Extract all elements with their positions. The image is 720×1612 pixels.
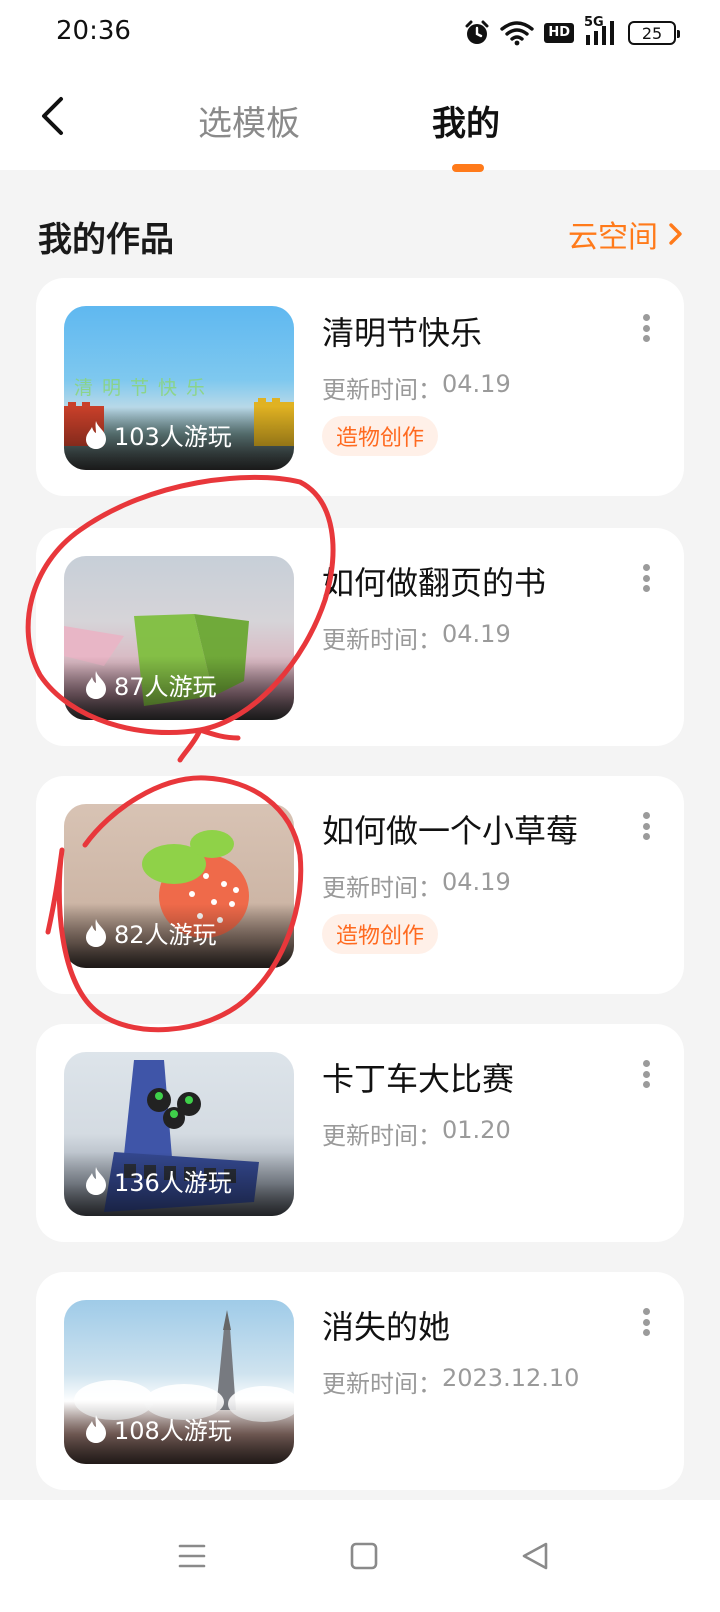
home-button[interactable] bbox=[344, 1536, 384, 1576]
work-updated: 更新时间： 04.19 bbox=[322, 620, 511, 654]
flame-icon bbox=[86, 1166, 106, 1195]
battery-icon: 25 bbox=[628, 21, 680, 45]
signal-icon: 5G bbox=[584, 15, 618, 47]
play-count: 87人游玩 bbox=[84, 667, 217, 702]
tab-mine[interactable]: 我的 bbox=[432, 96, 500, 145]
flame-icon bbox=[86, 1414, 106, 1443]
more-options-button[interactable] bbox=[634, 308, 658, 348]
svg-text:清明节快乐: 清明节快乐 bbox=[74, 377, 214, 399]
cloud-space-link[interactable]: 云空间 bbox=[568, 212, 684, 256]
work-tag: 造物创作 bbox=[322, 914, 439, 954]
work-updated: 更新时间： 01.20 bbox=[322, 1116, 511, 1150]
work-updated: 更新时间： 04.19 bbox=[322, 868, 511, 902]
work-tag: 造物创作 bbox=[322, 416, 439, 456]
work-thumbnail[interactable]: 87人游玩 bbox=[64, 556, 294, 720]
more-options-button[interactable] bbox=[634, 1054, 658, 1094]
work-card[interactable]: 108人游玩 消失的她 更新时间： 2023.12.10 bbox=[36, 1272, 684, 1490]
work-title[interactable]: 卡丁车大比赛 bbox=[322, 1054, 514, 1100]
work-card[interactable]: 清明节快乐 103人游玩 清明节快乐 更新时间： 04.19 造物创作 bbox=[36, 278, 684, 496]
menu-icon bbox=[178, 1544, 206, 1568]
play-count: 136人游玩 bbox=[84, 1163, 232, 1198]
back-button[interactable] bbox=[30, 88, 74, 144]
alarm-icon bbox=[465, 20, 489, 44]
work-card[interactable]: 136人游玩 卡丁车大比赛 更新时间： 01.20 bbox=[36, 1024, 684, 1242]
status-icons: HD 5G 25 bbox=[464, 15, 680, 50]
work-card[interactable]: 82人游玩 如何做一个小草莓 更新时间： 04.19 造物创作 bbox=[36, 776, 684, 994]
chevron-right-icon bbox=[669, 223, 682, 245]
work-title[interactable]: 如何做翻页的书 bbox=[322, 558, 546, 604]
work-title[interactable]: 清明节快乐 bbox=[322, 308, 482, 354]
play-count: 108人游玩 bbox=[84, 1411, 232, 1446]
flame-icon bbox=[86, 670, 106, 699]
back-arrow-icon bbox=[42, 97, 63, 135]
work-title[interactable]: 如何做一个小草莓 bbox=[322, 806, 578, 852]
back-triangle-icon bbox=[522, 1542, 548, 1570]
wifi-icon bbox=[500, 21, 535, 46]
home-square-icon bbox=[350, 1542, 378, 1570]
work-card[interactable]: 87人游玩 如何做翻页的书 更新时间： 04.19 bbox=[36, 528, 684, 746]
cloud-space-label: 云空间 bbox=[568, 220, 658, 255]
tab-templates[interactable]: 选模板 bbox=[198, 96, 300, 145]
work-thumbnail[interactable]: 136人游玩 bbox=[64, 1052, 294, 1216]
work-updated: 更新时间： 2023.12.10 bbox=[322, 1364, 580, 1398]
header: 选模板 我的 bbox=[0, 66, 720, 172]
status-time: 20:36 bbox=[56, 16, 131, 46]
status-bar: 20:36 HD 5G 25 bbox=[0, 0, 720, 66]
work-updated: 更新时间： 04.19 bbox=[322, 370, 511, 404]
work-thumbnail[interactable]: 清明节快乐 103人游玩 bbox=[64, 306, 294, 470]
section-title: 我的作品 bbox=[38, 220, 174, 260]
hd-badge: HD bbox=[544, 23, 574, 43]
work-thumbnail[interactable]: 82人游玩 bbox=[64, 804, 294, 968]
play-count: 82人游玩 bbox=[84, 915, 217, 950]
work-title[interactable]: 消失的她 bbox=[322, 1302, 450, 1348]
flame-icon bbox=[86, 918, 106, 947]
work-thumbnail[interactable]: 108人游玩 bbox=[64, 1300, 294, 1464]
more-options-button[interactable] bbox=[634, 558, 658, 598]
flame-icon bbox=[86, 420, 106, 449]
tab-active-indicator bbox=[452, 164, 484, 172]
more-options-button[interactable] bbox=[634, 806, 658, 846]
more-options-button[interactable] bbox=[634, 1302, 658, 1342]
back-nav-button[interactable] bbox=[516, 1536, 556, 1576]
menu-button[interactable] bbox=[172, 1536, 212, 1576]
system-nav-bar bbox=[0, 1500, 720, 1612]
play-count: 103人游玩 bbox=[84, 417, 232, 452]
